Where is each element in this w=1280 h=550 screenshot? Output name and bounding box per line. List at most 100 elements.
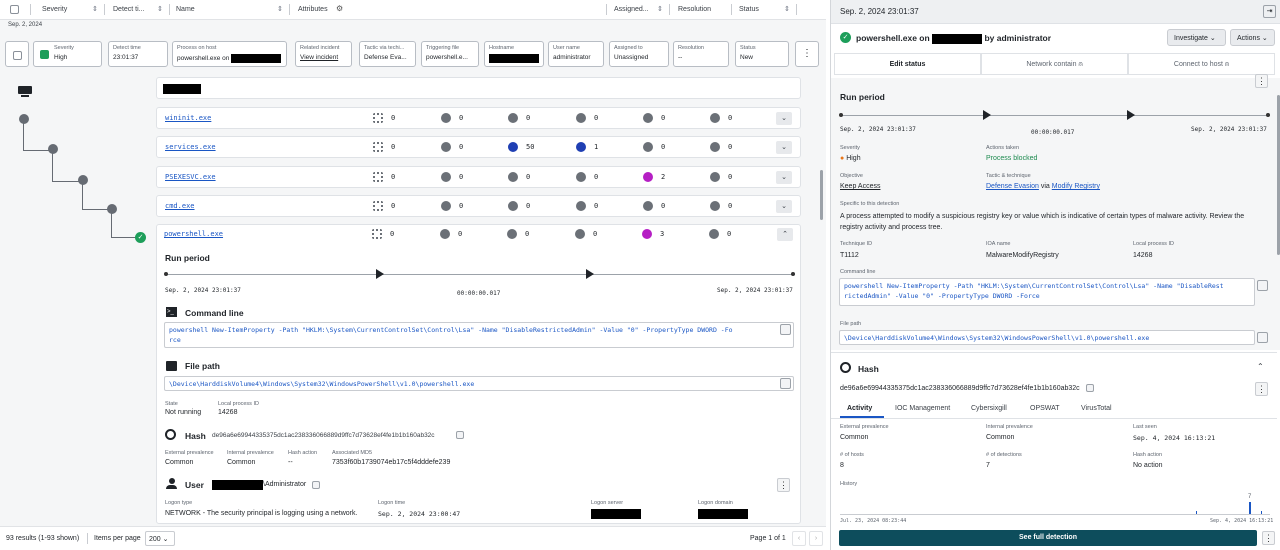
process-stat-value: 0	[728, 202, 733, 210]
column-assigned[interactable]: Assigned...	[614, 6, 649, 13]
tactic-link[interactable]: Defense Evasion	[986, 183, 1039, 190]
process-row[interactable]: powershell.exe 0 0 0 0 3 0 ⌃	[156, 224, 801, 246]
assigned-card[interactable]: Assigned to Unassigned	[609, 41, 669, 67]
status-card[interactable]: Status New	[735, 41, 789, 67]
more-options-button[interactable]: ⋮	[795, 41, 819, 67]
column-name[interactable]: Name	[176, 6, 195, 13]
detection-detail-panel: Sep. 2, 2024 23:01:37 ⇥ ✓ powershell.exe…	[830, 0, 1280, 550]
disk-icon	[709, 229, 719, 239]
copy-icon[interactable]	[1257, 280, 1268, 291]
tab-virustotal[interactable]: VirusTotal	[1081, 405, 1112, 412]
copy-icon[interactable]	[780, 324, 791, 335]
column-status[interactable]: Status	[739, 6, 759, 13]
investigate-button[interactable]: Investigate ⌄	[1167, 29, 1226, 46]
copy-icon[interactable]	[456, 431, 464, 439]
tree-node-cmd[interactable]	[107, 204, 117, 214]
tab-ioc-management[interactable]: IOC Management	[895, 405, 950, 412]
sort-icon[interactable]: ⇕	[92, 5, 98, 13]
host-row	[156, 77, 801, 99]
copy-icon[interactable]	[1257, 332, 1268, 343]
next-page-button[interactable]: ›	[809, 531, 823, 546]
sort-icon[interactable]: ⇕	[657, 5, 663, 13]
tab-network-contain[interactable]: Network contain ⍝	[981, 53, 1128, 75]
row-checkbox[interactable]	[13, 51, 22, 60]
section-divider	[831, 352, 1277, 353]
sort-icon[interactable]: ⇕	[277, 5, 283, 13]
process-stat: 0	[441, 172, 463, 182]
network-icon	[373, 201, 383, 211]
hash-action-label: Hash action	[288, 450, 318, 456]
column-divider	[30, 4, 31, 15]
section-more-button[interactable]: ⋮	[1255, 74, 1268, 88]
process-row[interactable]: PSEXESVC.exe 0 0 0 0 2 0 ⌄	[156, 166, 801, 188]
column-attributes[interactable]: Attributes	[298, 6, 328, 13]
tactic-via: via	[1040, 183, 1050, 190]
chevron-up-icon[interactable]: ⌃	[1257, 362, 1264, 371]
process-name-link[interactable]: powershell.exe	[164, 230, 223, 238]
process-row[interactable]: cmd.exe 0 0 0 0 0 0 ⌄	[156, 195, 801, 217]
process-row[interactable]: wininit.exe 0 0 0 0 0 0 ⌄	[156, 107, 801, 129]
expand-chevron-icon[interactable]: ⌄	[776, 141, 792, 154]
footer-more-button[interactable]: ⋮	[1262, 531, 1275, 545]
process-name-link[interactable]: PSEXESVC.exe	[165, 173, 216, 181]
row-checkbox-card[interactable]	[5, 41, 29, 67]
copy-icon[interactable]	[1086, 384, 1094, 392]
tab-connect-to-host[interactable]: Connect to host ⍝	[1128, 53, 1275, 75]
view-incident-link[interactable]: View incident	[300, 54, 347, 61]
column-header-row: Severity ⇕ Detect ti... ⇕ Name ⇕ Attribu…	[0, 0, 826, 20]
process-stat: 0	[710, 172, 732, 182]
copy-icon[interactable]	[780, 378, 791, 389]
hash-title: Hash	[858, 364, 879, 374]
process-stat-value: 2	[661, 173, 666, 181]
expand-chevron-icon[interactable]: ⌄	[776, 112, 792, 125]
sort-icon[interactable]: ⇕	[784, 5, 790, 13]
redacted-host	[932, 33, 983, 44]
column-resolution[interactable]: Resolution	[678, 6, 711, 13]
process-stat: 0	[576, 172, 598, 182]
resolution-card[interactable]: Resolution --	[673, 41, 729, 67]
objective-link[interactable]: Keep Access	[840, 183, 880, 190]
technique-link[interactable]: Modify Registry	[1052, 183, 1100, 190]
status-label: Status	[740, 45, 756, 51]
sort-icon[interactable]: ⇕	[157, 5, 163, 13]
settings-icon[interactable]: ⚙	[336, 4, 343, 13]
process-name-link[interactable]: services.exe	[165, 143, 216, 151]
process-name-link[interactable]: cmd.exe	[165, 202, 195, 210]
process-stat-value: 0	[594, 173, 599, 181]
copy-icon[interactable]	[312, 481, 320, 489]
expand-chevron-icon[interactable]: ⌄	[776, 171, 792, 184]
process-stat-value: 0	[525, 230, 530, 238]
column-severity[interactable]: Severity	[42, 6, 67, 13]
scrollbar-thumb[interactable]	[820, 170, 823, 220]
tab-cybersixgill[interactable]: Cybersixgill	[971, 405, 1007, 412]
select-all-checkbox[interactable]	[10, 5, 19, 14]
tree-node-services[interactable]	[48, 144, 58, 154]
tree-node-wininit[interactable]	[19, 114, 29, 124]
process-row[interactable]: services.exe 0 0 50 1 0 0 ⌄	[156, 136, 801, 158]
ext-prevalence-value: Common	[165, 459, 194, 466]
process-name-link[interactable]: wininit.exe	[165, 114, 211, 122]
severity-card: Severity High	[33, 41, 102, 67]
process-stat-value: 0	[459, 202, 464, 210]
tab-activity[interactable]: Activity	[847, 405, 872, 412]
user-more-button[interactable]: ⋮	[777, 478, 790, 492]
column-detect-time[interactable]: Detect ti...	[113, 6, 145, 13]
items-per-page-select[interactable]: 200 ⌄	[145, 531, 175, 546]
command-line-text-wrap: rce	[169, 336, 181, 344]
command-line-text-wrap: rictedAdmin" -Value "0" -PropertyType DW…	[844, 292, 1040, 300]
hash-more-button[interactable]: ⋮	[1255, 382, 1268, 396]
pid-label: Local process ID	[218, 401, 259, 407]
collapse-panel-icon[interactable]: ⇥	[1263, 5, 1276, 18]
md5-value: 7353f60b1739074eb17c5f4dddefe239	[332, 459, 451, 466]
tree-node-psexesvc[interactable]	[78, 175, 88, 185]
prev-page-button[interactable]: ‹	[792, 531, 806, 546]
network-icon	[373, 142, 383, 152]
collapse-chevron-icon[interactable]: ⌃	[777, 228, 793, 241]
actions-button[interactable]: Actions ⌄	[1230, 29, 1275, 46]
see-full-detection-button[interactable]: See full detection	[839, 530, 1257, 546]
detection-node-check-icon[interactable]: ✓	[135, 232, 146, 243]
tab-opswat[interactable]: OPSWAT	[1030, 405, 1060, 412]
expand-chevron-icon[interactable]: ⌄	[776, 200, 792, 213]
column-divider	[104, 4, 105, 15]
tab-edit-status[interactable]: Edit status	[834, 53, 981, 75]
